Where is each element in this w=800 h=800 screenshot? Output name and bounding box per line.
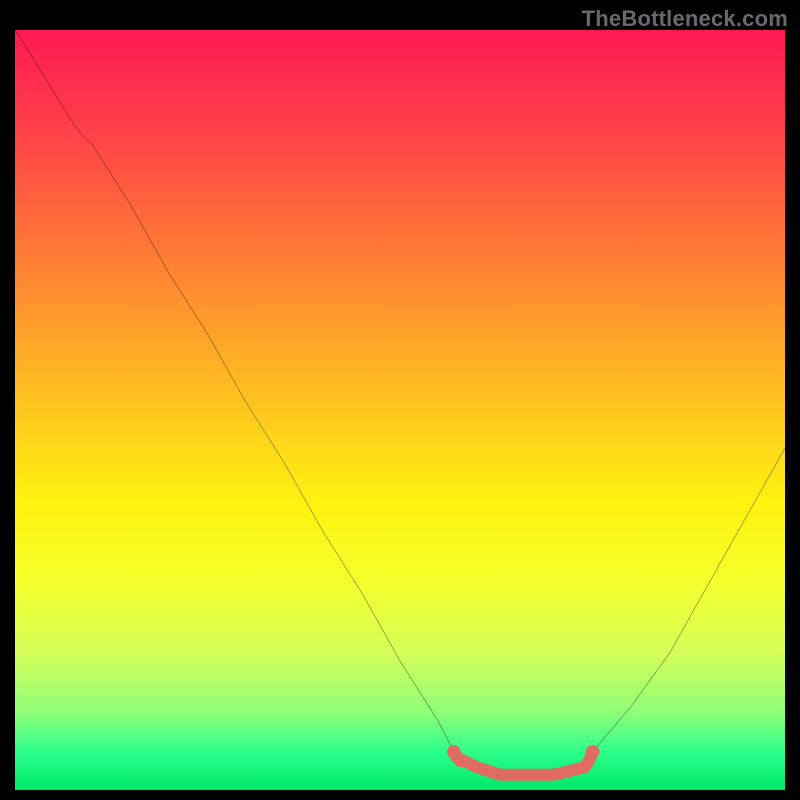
plot-area: [15, 30, 785, 790]
chart-container: TheBottleneck.com: [0, 0, 800, 800]
watermark-text: TheBottleneck.com: [582, 6, 788, 32]
heat-gradient-background: [15, 30, 785, 790]
